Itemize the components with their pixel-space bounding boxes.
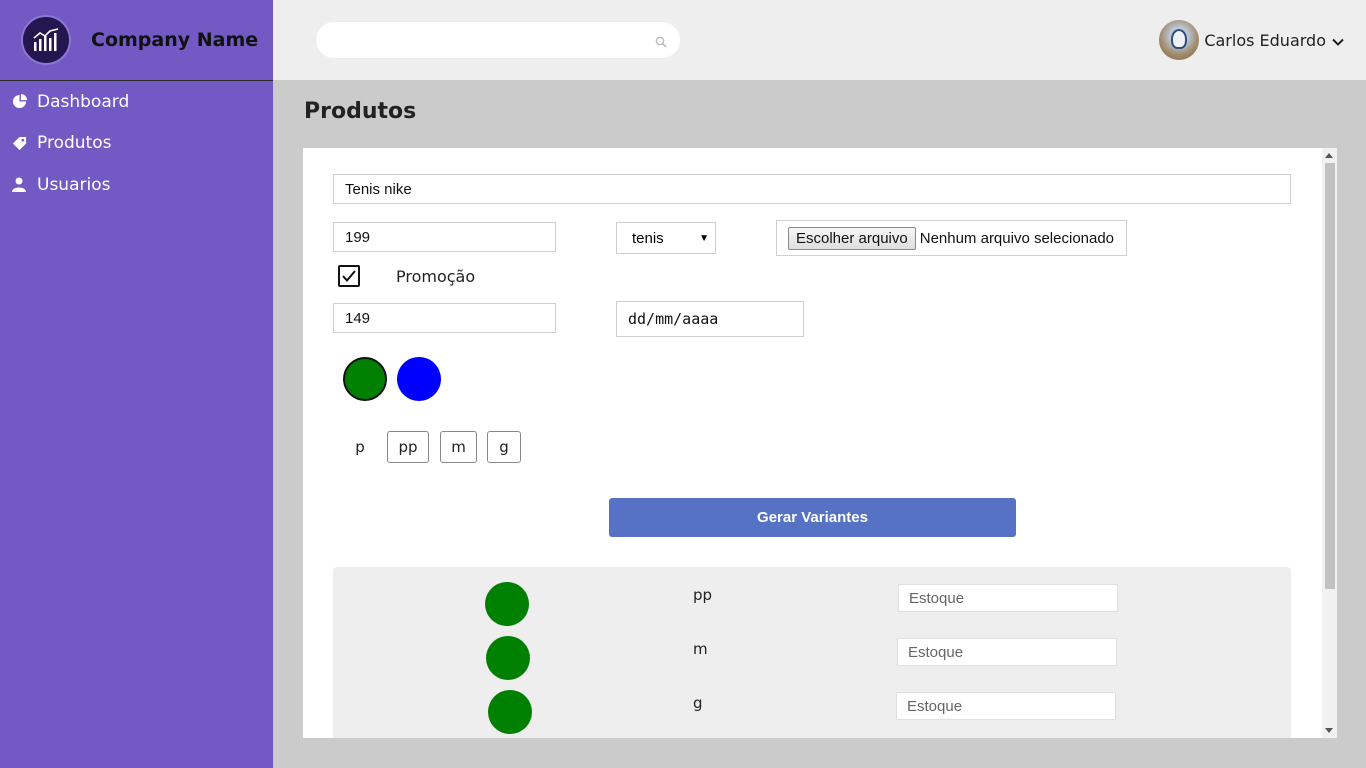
brand-name: Company Name	[91, 29, 259, 51]
sidebar-item-label: Dashboard	[37, 91, 130, 112]
variant-size: g	[693, 694, 703, 712]
variant-size: pp	[693, 586, 713, 604]
category-selected-value: tenis	[632, 229, 664, 247]
scroll-down-arrow-icon[interactable]	[1325, 728, 1333, 733]
user-icon	[11, 177, 27, 193]
sidebar-item-usuarios[interactable]: Usuarios	[0, 164, 273, 206]
variant-row: g	[333, 690, 1291, 738]
chart-bars-icon	[21, 15, 71, 65]
file-status: Nenhum arquivo selecionado	[919, 229, 1115, 247]
category-select[interactable]: tenis ▼	[616, 222, 716, 254]
scrollbar[interactable]	[1322, 148, 1337, 738]
promo-label: Promoção	[396, 267, 476, 286]
sidebar-item-label: Produtos	[37, 133, 112, 154]
variant-stock-input[interactable]	[897, 638, 1117, 666]
date-placeholder: dd/mm/aaaa	[628, 310, 719, 328]
scroll-up-arrow-icon[interactable]	[1325, 153, 1333, 158]
check-icon	[342, 270, 356, 283]
color-swatch-green[interactable]	[343, 357, 387, 401]
promo-price-input[interactable]	[333, 303, 556, 333]
variant-row: pp	[333, 582, 1291, 636]
sidebar-item-dashboard[interactable]: Dashboard	[0, 81, 273, 123]
variant-color	[485, 582, 529, 626]
size-option-pp[interactable]: pp	[387, 431, 429, 463]
dropdown-arrow-icon: ▼	[699, 233, 709, 244]
size-option-p[interactable]: p	[348, 431, 372, 463]
promo-checkbox[interactable]	[338, 265, 360, 287]
variant-color	[488, 690, 532, 734]
promo-date-input[interactable]: dd/mm/aaaa	[616, 301, 804, 337]
price-input[interactable]	[333, 222, 556, 252]
sidebar: Company Name Dashboard Produtos Usuarios	[0, 0, 273, 768]
variant-color	[486, 636, 530, 680]
variant-stock-input[interactable]	[898, 584, 1118, 612]
image-file-input: Escolher arquivo Nenhum arquivo selecion…	[776, 220, 1127, 256]
tag-icon	[11, 135, 27, 151]
choose-file-button[interactable]: Escolher arquivo	[788, 226, 916, 250]
variant-row: m	[333, 636, 1291, 690]
avatar[interactable]	[1159, 20, 1200, 60]
page-title: Produtos	[304, 99, 417, 124]
search-input[interactable]	[316, 22, 680, 58]
product-name-input[interactable]	[333, 174, 1291, 204]
variant-stock-input[interactable]	[896, 692, 1116, 720]
search-box	[316, 22, 680, 58]
topbar: Carlos Eduardo	[273, 0, 1366, 80]
search-icon[interactable]	[655, 33, 667, 52]
user-name: Carlos Eduardo	[1204, 30, 1326, 50]
brand[interactable]: Company Name	[0, 0, 273, 81]
user-menu[interactable]: Carlos Eduardo	[1159, 20, 1344, 60]
size-option-m[interactable]: m	[440, 431, 477, 463]
generate-variants-button[interactable]: Gerar Variantes	[609, 498, 1016, 537]
sidebar-item-produtos[interactable]: Produtos	[0, 123, 273, 165]
scroll-thumb[interactable]	[1325, 163, 1335, 589]
product-form-panel: tenis ▼ Escolher arquivo Nenhum arquivo …	[303, 148, 1337, 738]
pie-chart-icon	[11, 94, 27, 110]
chevron-down-icon[interactable]	[1332, 31, 1344, 50]
sidebar-item-label: Usuarios	[37, 174, 111, 195]
variants-list: pp m g	[333, 567, 1291, 738]
variant-size: m	[693, 640, 708, 658]
color-swatch-blue[interactable]	[397, 357, 441, 401]
size-option-g[interactable]: g	[487, 431, 521, 463]
